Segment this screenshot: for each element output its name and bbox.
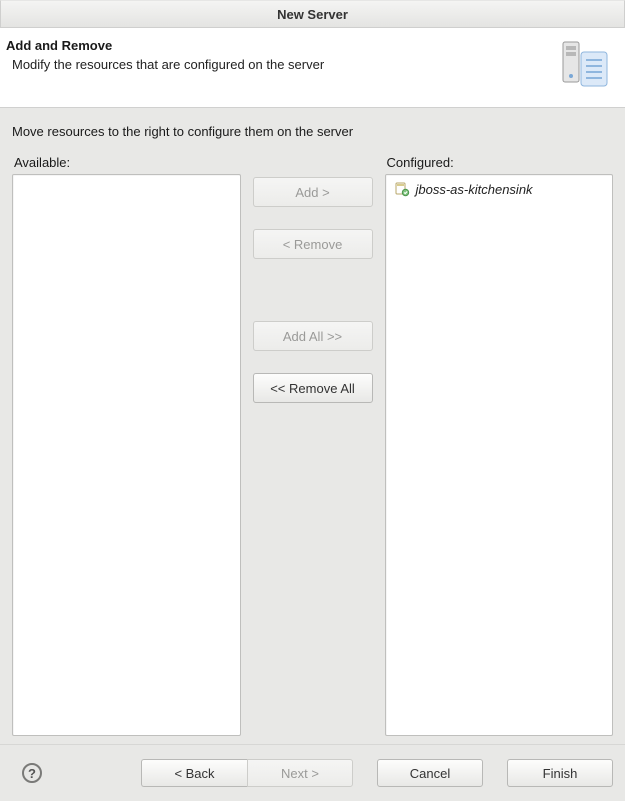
back-button[interactable]: < Back xyxy=(141,759,247,787)
help-icon[interactable]: ? xyxy=(22,763,42,783)
finish-button[interactable]: Finish xyxy=(507,759,613,787)
remove-button: < Remove xyxy=(253,229,373,259)
module-icon xyxy=(394,181,410,197)
list-item-label: jboss-as-kitchensink xyxy=(416,182,533,197)
add-all-button: Add All >> xyxy=(253,321,373,351)
wizard-content: Move resources to the right to configure… xyxy=(0,108,625,744)
add-button: Add > xyxy=(253,177,373,207)
titlebar: New Server xyxy=(0,0,625,28)
transfer-columns: Available: Add > < Remove Add All >> << … xyxy=(12,155,613,736)
instruction-text: Move resources to the right to configure… xyxy=(12,124,613,139)
available-label: Available: xyxy=(14,155,241,170)
configured-label: Configured: xyxy=(387,155,614,170)
configured-list[interactable]: jboss-as-kitchensink xyxy=(385,174,614,736)
wizard-banner: Add and Remove Modify the resources that… xyxy=(0,28,625,108)
transfer-buttons: Add > < Remove Add All >> << Remove All xyxy=(253,155,373,736)
wizard-bottom-bar: ? < Back Next > Cancel Finish xyxy=(0,744,625,801)
cancel-button[interactable]: Cancel xyxy=(377,759,483,787)
remove-all-button[interactable]: << Remove All xyxy=(253,373,373,403)
window-title: New Server xyxy=(277,7,348,22)
next-button: Next > xyxy=(247,759,353,787)
banner-title: Add and Remove xyxy=(6,38,549,53)
available-list[interactable] xyxy=(12,174,241,736)
list-item[interactable]: jboss-as-kitchensink xyxy=(392,179,607,199)
available-column: Available: xyxy=(12,155,241,736)
banner-text: Add and Remove Modify the resources that… xyxy=(6,38,549,72)
back-next-group: < Back Next > xyxy=(141,759,353,787)
server-config-icon xyxy=(559,38,611,93)
configured-column: Configured: jboss-as-kitchensink xyxy=(385,155,614,736)
banner-subtitle: Modify the resources that are configured… xyxy=(12,57,549,72)
